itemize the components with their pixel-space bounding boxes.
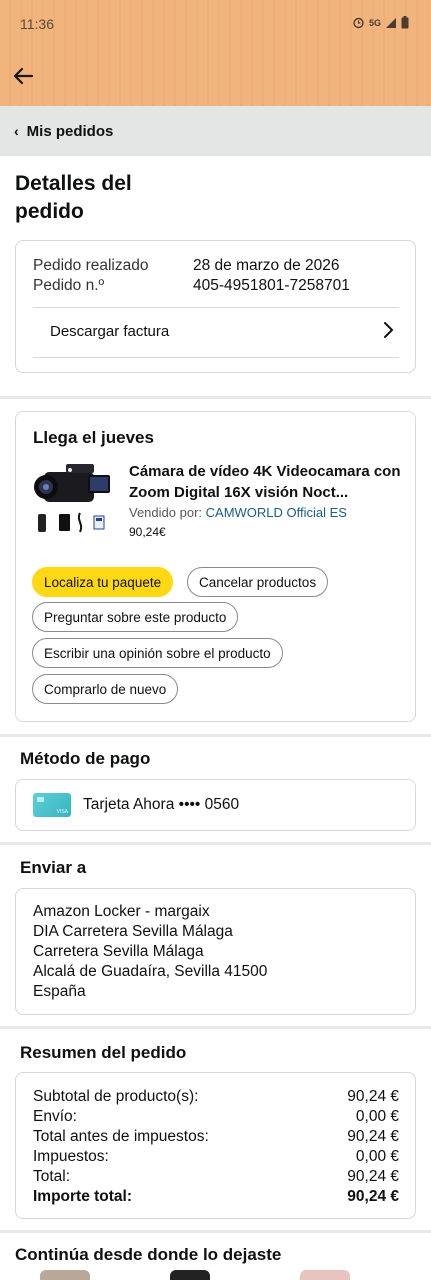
chevron-left-icon: ‹ xyxy=(14,123,19,139)
summary-card: Subtotal de producto(s): 90,24 € Envío: … xyxy=(15,1072,416,1219)
summary-value: 90,24 € xyxy=(347,1168,399,1185)
product-price: 90,24€ xyxy=(129,525,166,539)
write-review-button[interactable]: Escribir una opinión sobre el producto xyxy=(32,638,283,668)
app-header: 11:36 5G xyxy=(0,0,431,106)
summary-label: Subtotal de producto(s): xyxy=(33,1088,199,1105)
summary-row: Subtotal de producto(s): 90,24 € xyxy=(33,1088,399,1106)
summary-row: Total: 90,24 € xyxy=(33,1168,399,1186)
address-line: Carretera Sevilla Málaga xyxy=(33,943,204,960)
summary-value: 90,24 € xyxy=(347,1188,399,1205)
summary-label: Envío: xyxy=(33,1108,77,1125)
order-number-value: 405-4951801-7258701 xyxy=(193,277,350,294)
seller-link[interactable]: CAMWORLD Official ES xyxy=(206,505,347,520)
summary-label: Impuestos: xyxy=(33,1148,109,1165)
shipping-card: Amazon Locker - margaix DIA Carretera Se… xyxy=(15,888,416,1015)
alarm-icon xyxy=(353,17,364,29)
recommendation-thumbnail[interactable] xyxy=(300,1270,350,1280)
summary-row: Total antes de impuestos: 90,24 € xyxy=(33,1128,399,1146)
summary-value: 0,00 € xyxy=(355,1108,399,1125)
shipping-address: Amazon Locker - margaix DIA Carretera Se… xyxy=(33,902,267,1002)
order-number-label: Pedido n.º xyxy=(33,277,105,294)
address-line: DIA Carretera Sevilla Málaga xyxy=(33,923,233,940)
summary-label: Importe total: xyxy=(33,1188,133,1205)
order-placed-label: Pedido realizado xyxy=(33,257,149,274)
network-label: 5G xyxy=(368,17,381,28)
product-image[interactable] xyxy=(32,458,116,538)
payment-heading: Método de pago xyxy=(20,749,151,768)
breadcrumb[interactable]: ‹ Mis pedidos xyxy=(0,106,431,156)
status-icons: 5G xyxy=(352,16,409,29)
summary-row: Envío: 0,00 € xyxy=(33,1108,399,1126)
address-line: Alcalá de Guadaíra, Sevilla 41500 xyxy=(33,963,268,980)
summary-label: Total: xyxy=(33,1168,71,1185)
ask-product-button[interactable]: Preguntar sobre este producto xyxy=(32,602,239,632)
download-invoice-link[interactable]: Descargar factura xyxy=(50,323,169,340)
section-separator xyxy=(0,1026,431,1029)
summary-heading: Resumen del pedido xyxy=(20,1043,187,1062)
buy-again-button[interactable]: Comprarlo de nuevo xyxy=(32,674,179,704)
summary-value: 90,24 € xyxy=(347,1088,399,1105)
recommendation-thumbnail[interactable] xyxy=(170,1270,210,1280)
status-time: 11:36 xyxy=(20,16,54,32)
section-separator xyxy=(0,396,431,399)
payment-card-text: Tarjeta Ahora •••• 0560 xyxy=(83,796,240,813)
seller-prefix: Vendido por: xyxy=(129,505,203,520)
section-separator xyxy=(0,734,431,737)
address-line: Amazon Locker - margaix xyxy=(33,903,210,920)
order-placed-value: 28 de marzo de 2026 xyxy=(193,257,340,274)
section-separator xyxy=(0,842,431,845)
signal-icon xyxy=(386,17,396,28)
cancel-products-button[interactable]: Cancelar productos xyxy=(187,567,329,597)
summary-total-row: Importe total: 90,24 € xyxy=(33,1188,399,1206)
page-title: Detalles del pedido xyxy=(15,172,132,223)
address-line: España xyxy=(33,983,86,1000)
back-arrow-icon[interactable] xyxy=(10,62,38,90)
payment-card[interactable]: VISA Tarjeta Ahora •••• 0560 xyxy=(15,779,416,831)
continue-heading: Continúa desde donde lo dejaste xyxy=(15,1245,282,1264)
delivery-card: Llega el jueves Cámara de vídeo 4K Video… xyxy=(15,411,416,722)
recommendation-thumbnail[interactable] xyxy=(40,1270,90,1280)
delivery-heading: Llega el jueves xyxy=(33,428,154,447)
summary-label: Total antes de impuestos: xyxy=(33,1128,209,1145)
battery-icon xyxy=(401,16,409,29)
breadcrumb-label: Mis pedidos xyxy=(26,122,114,140)
credit-card-icon: VISA xyxy=(33,793,71,817)
divider xyxy=(33,357,399,358)
chevron-right-icon[interactable] xyxy=(381,321,395,339)
shipping-heading: Enviar a xyxy=(20,858,87,877)
summary-row: Impuestos: 0,00 € xyxy=(33,1148,399,1166)
product-title[interactable]: Cámara de vídeo 4K Videocamara con Zoom … xyxy=(129,461,401,503)
seller-info: Vendido por: CAMWORLD Official ES xyxy=(129,505,347,520)
track-package-button[interactable]: Localiza tu paquete xyxy=(32,567,174,597)
summary-value: 0,00 € xyxy=(355,1148,399,1165)
order-info-card: Pedido realizado 28 de marzo de 2026 Ped… xyxy=(15,240,416,373)
summary-value: 90,24 € xyxy=(347,1128,399,1145)
divider xyxy=(33,307,399,308)
section-separator xyxy=(0,1230,431,1233)
